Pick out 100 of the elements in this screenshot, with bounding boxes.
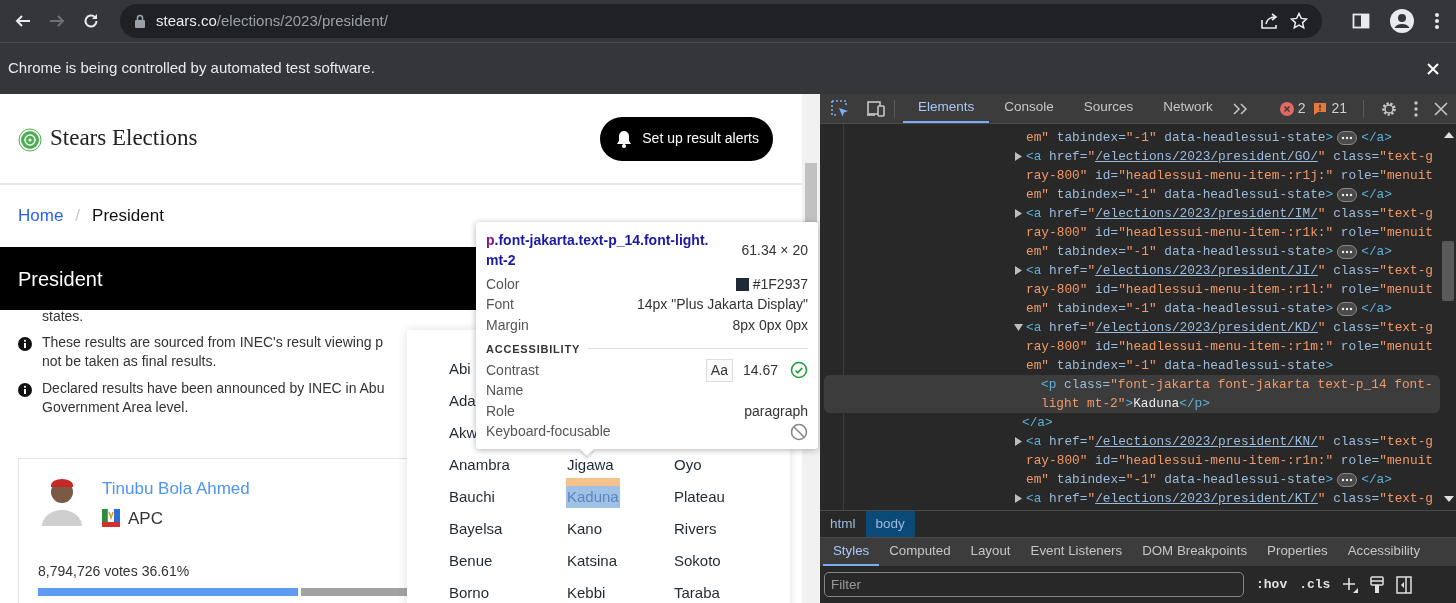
star-icon[interactable] bbox=[1290, 12, 1308, 30]
menu-item[interactable]: Benue bbox=[448, 550, 494, 572]
scroll-up-icon[interactable] bbox=[1444, 132, 1454, 138]
more-icon[interactable] bbox=[1414, 100, 1418, 117]
tab[interactable]: Properties bbox=[1257, 538, 1338, 566]
attribute-value: " bbox=[1317, 205, 1326, 223]
menu-item[interactable]: Bauchi bbox=[448, 486, 496, 508]
device-icon[interactable] bbox=[866, 99, 886, 118]
tab[interactable]: Elements bbox=[903, 94, 990, 123]
attribute-value: "menuit bbox=[1379, 338, 1434, 356]
code-link[interactable]: /elections/2023/president/KN/ bbox=[1095, 432, 1318, 451]
tab[interactable]: Event Listeners bbox=[1020, 538, 1133, 566]
menu-item[interactable]: Rivers bbox=[673, 518, 718, 540]
attribute-value: " bbox=[1087, 205, 1096, 223]
ellipsis-icon[interactable] bbox=[1337, 187, 1358, 202]
tab[interactable]: Accessibility bbox=[1337, 538, 1431, 566]
expand-arrow-icon[interactable] bbox=[1014, 266, 1023, 275]
settings-icon[interactable] bbox=[1380, 99, 1398, 118]
expand-arrow-icon[interactable] bbox=[1014, 152, 1023, 161]
tab[interactable]: Layout bbox=[960, 538, 1021, 566]
selected-node[interactable]: <p class="font-jakarta font-jakarta text-p_14 font- light mt-2">Kaduna</p> bbox=[824, 375, 1440, 413]
attribute-value: "text-g bbox=[1379, 490, 1434, 508]
reload-icon[interactable] bbox=[82, 12, 100, 30]
ellipsis-icon[interactable] bbox=[1337, 244, 1358, 259]
filter-field[interactable]: Filter bbox=[824, 572, 1244, 597]
tab[interactable]: Computed bbox=[879, 538, 961, 566]
code-link[interactable]: /elections/2023/president/JI/ bbox=[1095, 261, 1318, 280]
menu-item[interactable]: Bayelsa bbox=[448, 518, 504, 540]
code-tag: > bbox=[1325, 185, 1334, 204]
property-value: paragraph bbox=[744, 401, 808, 421]
attribute-value: "text-g bbox=[1379, 205, 1434, 223]
menu-item[interactable]: Kano bbox=[566, 518, 604, 540]
paint-brush-icon[interactable] bbox=[1370, 575, 1385, 594]
bell-icon bbox=[616, 129, 633, 148]
menu-item[interactable]: Abi bbox=[448, 358, 472, 380]
scroll-down-icon[interactable] bbox=[1444, 496, 1454, 502]
attribute-name: role= bbox=[1339, 338, 1380, 356]
menu-item[interactable]: Borno bbox=[448, 582, 491, 603]
ellipsis-icon[interactable] bbox=[1337, 301, 1358, 316]
plus-icon[interactable] bbox=[1342, 576, 1359, 593]
code-link[interactable]: /elections/2023/president/KT/ bbox=[1095, 489, 1318, 508]
warning-icon bbox=[1313, 101, 1328, 116]
attribute-value: "menuit bbox=[1379, 224, 1434, 242]
menu-item[interactable]: Plateau bbox=[673, 486, 726, 508]
toggle-button[interactable]: .cls bbox=[1299, 574, 1331, 595]
tab[interactable]: Network bbox=[1148, 94, 1228, 123]
expand-arrow-icon[interactable] bbox=[1014, 437, 1023, 446]
attribute-value: " bbox=[1317, 148, 1326, 166]
tab[interactable]: DOM Breakpoints bbox=[1132, 538, 1258, 566]
attribute-value: "-1" bbox=[1125, 357, 1157, 375]
tab[interactable]: Console bbox=[989, 94, 1069, 123]
attribute-value: " bbox=[1317, 262, 1326, 280]
breadcrumb-link[interactable]: Home bbox=[18, 203, 64, 229]
expand-arrow-icon[interactable] bbox=[1014, 209, 1023, 218]
code-link[interactable]: /elections/2023/president/IM/ bbox=[1095, 204, 1318, 223]
attribute-name: role= bbox=[1339, 281, 1380, 299]
ellipsis-icon[interactable] bbox=[1337, 472, 1358, 487]
attribute-value: ray-800" bbox=[1026, 338, 1088, 356]
attribute-name: class= bbox=[1332, 433, 1380, 451]
breadcrumb-item[interactable]: body bbox=[865, 511, 915, 537]
close-icon[interactable] bbox=[1434, 101, 1448, 116]
attribute-value: "headlessui-menu-item-:r1j:" bbox=[1118, 167, 1334, 185]
tab[interactable]: Sources bbox=[1068, 94, 1149, 123]
alert-button[interactable]: Set up result alerts bbox=[600, 116, 773, 161]
menu-item[interactable]: Sokoto bbox=[673, 550, 722, 572]
attribute-name: class= bbox=[1332, 148, 1380, 166]
code-link[interactable]: /elections/2023/president/KD/ bbox=[1095, 318, 1318, 337]
attribute-name: href= bbox=[1048, 262, 1088, 280]
menu-item[interactable]: Akw bbox=[448, 422, 479, 444]
code-link[interactable]: /elections/2023/president/GO/ bbox=[1095, 147, 1318, 166]
sidebar-toggle-icon[interactable] bbox=[1396, 575, 1413, 594]
expand-arrow-icon[interactable] bbox=[1014, 323, 1023, 332]
breadcrumb-item[interactable]: html bbox=[820, 511, 866, 537]
toggle-button[interactable]: :hov bbox=[1256, 574, 1288, 595]
property-label: Contrast bbox=[486, 360, 539, 380]
profile-icon[interactable] bbox=[1390, 9, 1414, 33]
scroll-thumb[interactable] bbox=[1442, 241, 1454, 301]
menu-icon[interactable] bbox=[1434, 12, 1440, 30]
menu-item[interactable]: Anambra bbox=[448, 454, 511, 476]
more-tabs-icon[interactable] bbox=[1231, 101, 1248, 116]
menu-item[interactable]: Taraba bbox=[673, 582, 721, 603]
inspect-icon[interactable] bbox=[830, 98, 850, 119]
side-panel-icon[interactable] bbox=[1352, 12, 1370, 30]
menu-item[interactable]: Jigawa bbox=[566, 454, 615, 476]
expand-arrow-icon[interactable] bbox=[1014, 494, 1023, 503]
menu-item[interactable]: Ada bbox=[448, 390, 477, 412]
share-icon[interactable] bbox=[1260, 12, 1280, 30]
code-tag: > bbox=[1325, 242, 1334, 261]
menu-item[interactable]: Kebbi bbox=[566, 582, 607, 603]
attribute-value: light mt-2" bbox=[1041, 395, 1126, 413]
info-icon bbox=[18, 383, 32, 397]
attribute-value: "menuit bbox=[1379, 452, 1434, 470]
address-bar[interactable]: stears.co/elections/2023/president/ bbox=[120, 4, 1322, 38]
attribute-name: id= bbox=[1094, 167, 1119, 185]
menu-item[interactable]: Katsina bbox=[566, 550, 619, 572]
attribute-value: " bbox=[1087, 319, 1096, 337]
attribute-value: "headlessui-menu-item-:r1l:" bbox=[1118, 281, 1334, 299]
ellipsis-icon[interactable] bbox=[1337, 130, 1358, 145]
menu-item[interactable]: Oyo bbox=[673, 454, 703, 476]
banner-title: President bbox=[18, 266, 103, 292]
